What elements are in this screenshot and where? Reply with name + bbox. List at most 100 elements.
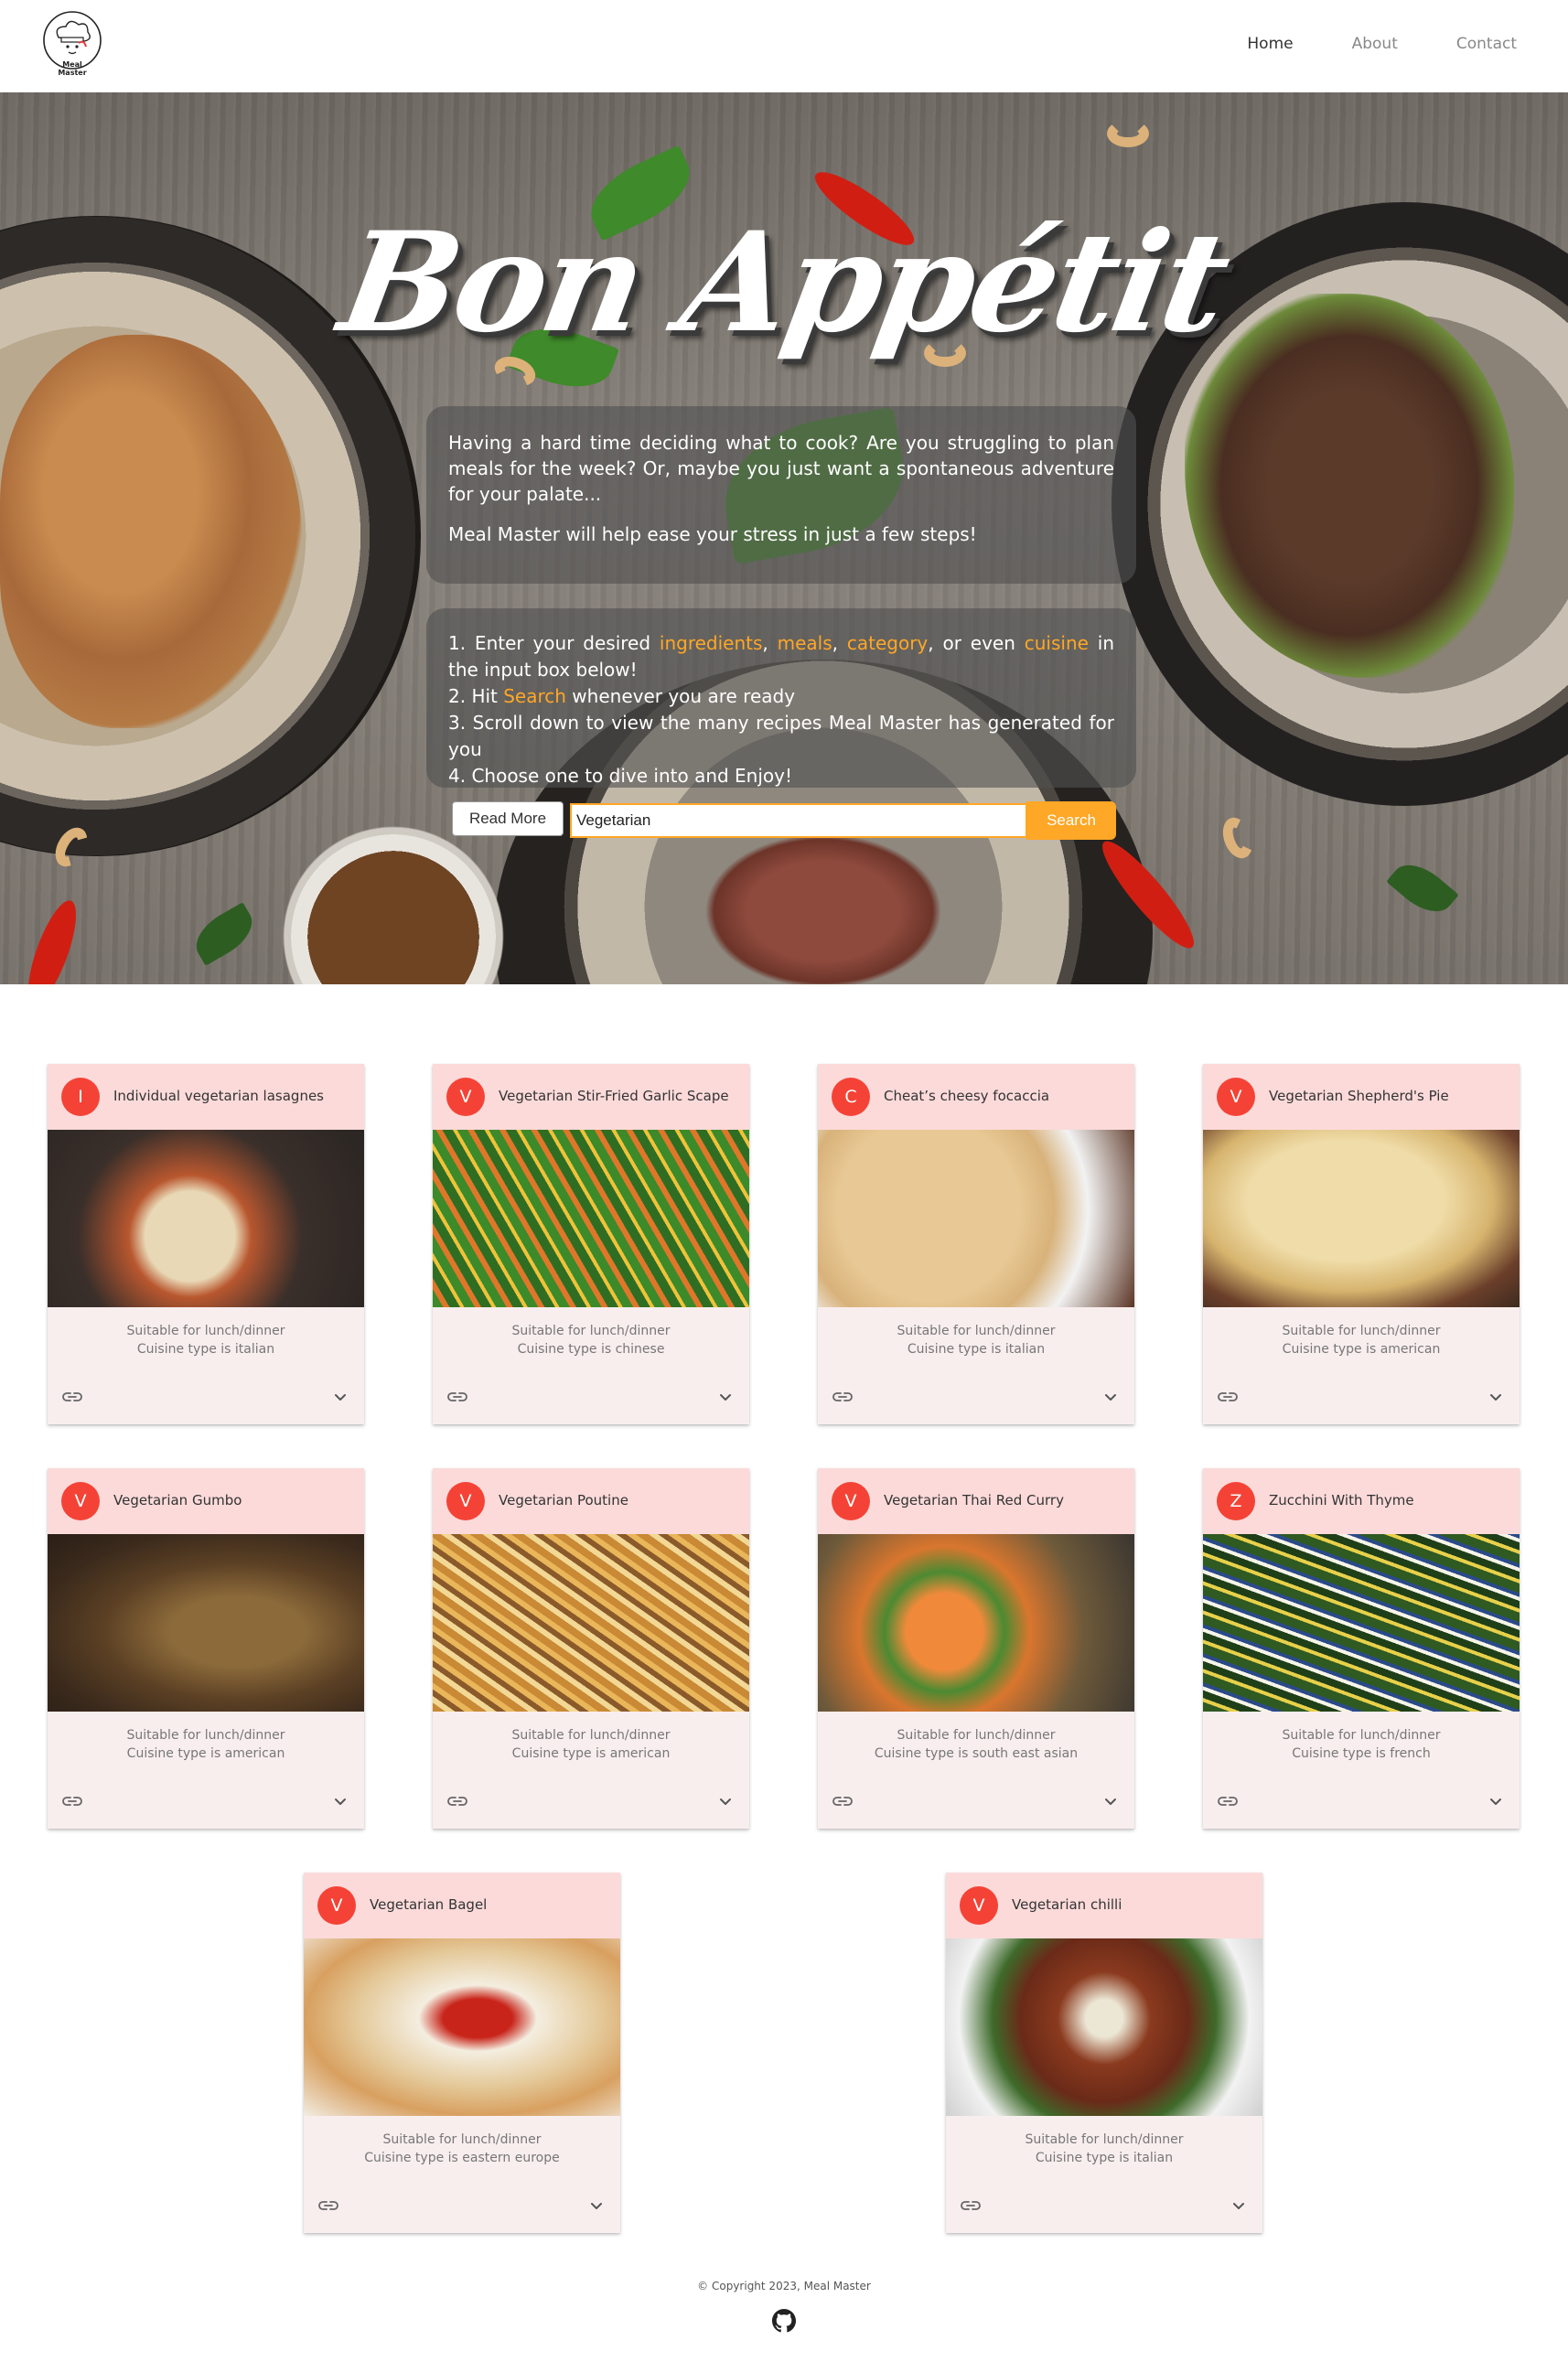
recipe-avatar: V (1217, 1078, 1255, 1116)
link-icon[interactable] (61, 1390, 83, 1404)
recipe-description: Suitable for lunch/dinner Cuisine type i… (304, 2131, 620, 2167)
recipe-image[interactable] (48, 1130, 364, 1307)
recipe-title[interactable]: Vegetarian Stir-Fried Garlic Scape (499, 1088, 729, 1104)
recipe-image[interactable] (304, 1938, 620, 2116)
recipe-image[interactable] (818, 1534, 1134, 1712)
hero-leaf (1386, 854, 1459, 923)
recipe-meal-type: Suitable for lunch/dinner (897, 1728, 1056, 1743)
meal-master-logo[interactable]: Meal Master (42, 10, 102, 78)
recipe-description: Suitable for lunch/dinner Cuisine type i… (818, 1322, 1134, 1358)
intro-panel: Having a hard time deciding what to cook… (426, 406, 1136, 584)
highlight-ingredients: ingredients (659, 632, 763, 654)
recipe-meal-type: Suitable for lunch/dinner (1282, 1324, 1441, 1338)
chevron-down-icon[interactable] (331, 1388, 349, 1406)
recipe-meal-type: Suitable for lunch/dinner (1282, 1728, 1441, 1743)
recipe-card[interactable]: V Vegetarian Bagel Suitable for lunch/di… (304, 1873, 620, 2233)
recipe-card-header: I Individual vegetarian lasagnes (48, 1064, 364, 1130)
github-icon[interactable] (772, 2309, 796, 2333)
recipe-card[interactable]: C Cheat’s cheesy focaccia Suitable for l… (818, 1064, 1134, 1424)
link-icon[interactable] (446, 1390, 468, 1404)
nav-contact[interactable]: Contact (1456, 35, 1517, 53)
nav-about[interactable]: About (1352, 35, 1398, 53)
step-3: 3. Scroll down to view the many recipes … (448, 712, 1114, 760)
link-icon[interactable] (960, 2198, 982, 2213)
steps-panel: 1. Enter your desired ingredients, meals… (426, 608, 1136, 788)
recipe-title[interactable]: Vegetarian Gumbo (113, 1492, 242, 1508)
recipe-description: Suitable for lunch/dinner Cuisine type i… (1203, 1322, 1520, 1358)
recipe-description: Suitable for lunch/dinner Cuisine type i… (48, 1726, 364, 1763)
recipe-card[interactable]: V Vegetarian Shepherd's Pie Suitable for… (1203, 1064, 1520, 1424)
recipe-title[interactable]: Individual vegetarian lasagnes (113, 1088, 324, 1104)
chevron-down-icon[interactable] (1230, 2196, 1248, 2215)
recipe-image[interactable] (1203, 1534, 1520, 1712)
logo-word-master: Master (58, 69, 86, 77)
recipe-image[interactable] (1203, 1130, 1520, 1307)
search-input[interactable] (570, 803, 1027, 838)
recipe-image[interactable] (433, 1534, 749, 1712)
recipe-image[interactable] (946, 1938, 1262, 2116)
recipe-title[interactable]: Zucchini With Thyme (1269, 1492, 1414, 1508)
hero-title-wrap: Bon Appétit (0, 202, 1568, 363)
recipe-avatar: V (832, 1482, 870, 1520)
hero-cashew (1218, 813, 1258, 863)
recipe-image[interactable] (433, 1130, 749, 1307)
footer-copyright: © Copyright 2023, Meal Master (697, 2280, 871, 2292)
logo-word-meal: Meal (62, 60, 82, 69)
recipe-card[interactable]: I Individual vegetarian lasagnes Suitabl… (48, 1064, 364, 1424)
chevron-down-icon[interactable] (1101, 1792, 1120, 1810)
search-button[interactable]: Search (1026, 801, 1116, 840)
recipe-card-header: Z Zucchini With Thyme (1203, 1468, 1520, 1534)
recipe-title[interactable]: Vegetarian Thai Red Curry (884, 1492, 1064, 1508)
chevron-down-icon[interactable] (331, 1792, 349, 1810)
recipe-card[interactable]: V Vegetarian chilli Suitable for lunch/d… (946, 1873, 1262, 2233)
chevron-down-icon[interactable] (1487, 1792, 1505, 1810)
chevron-down-icon[interactable] (716, 1388, 735, 1406)
recipe-meal-type: Suitable for lunch/dinner (126, 1324, 285, 1338)
recipe-image[interactable] (818, 1130, 1134, 1307)
recipe-cuisine-type: Cuisine type is italian (136, 1342, 275, 1357)
recipe-avatar: V (446, 1078, 485, 1116)
recipe-card[interactable]: Z Zucchini With Thyme Suitable for lunch… (1203, 1468, 1520, 1829)
recipe-avatar: V (317, 1886, 356, 1925)
hero-sauce-bowl (274, 822, 512, 984)
recipe-title[interactable]: Vegetarian Poutine (499, 1492, 628, 1508)
hero-title: Bon Appétit (329, 202, 1239, 363)
chevron-down-icon[interactable] (1101, 1388, 1120, 1406)
link-icon[interactable] (1217, 1794, 1239, 1809)
recipe-title[interactable]: Cheat’s cheesy focaccia (884, 1088, 1049, 1104)
recipe-description: Suitable for lunch/dinner Cuisine type i… (48, 1322, 364, 1358)
recipe-cuisine-type: Cuisine type is american (511, 1746, 671, 1761)
recipe-card[interactable]: V Vegetarian Poutine Suitable for lunch/… (433, 1468, 749, 1829)
link-icon[interactable] (317, 2198, 339, 2213)
nav-home[interactable]: Home (1247, 35, 1293, 53)
recipe-image[interactable] (48, 1534, 364, 1712)
chevron-down-icon[interactable] (587, 2196, 606, 2215)
recipe-title[interactable]: Vegetarian Shepherd's Pie (1269, 1088, 1449, 1104)
recipe-card[interactable]: V Vegetarian Gumbo Suitable for lunch/di… (48, 1468, 364, 1829)
recipe-avatar: V (446, 1482, 485, 1520)
recipe-title[interactable]: Vegetarian Bagel (370, 1896, 487, 1913)
nav-links: Home About Contact (1247, 35, 1517, 53)
recipe-card[interactable]: V Vegetarian Stir-Fried Garlic Scape Sui… (433, 1064, 749, 1424)
recipe-card[interactable]: V Vegetarian Thai Red Curry Suitable for… (818, 1468, 1134, 1829)
link-icon[interactable] (832, 1794, 854, 1809)
step-4: 4. Choose one to dive into and Enjoy! (448, 765, 793, 787)
step-2: 2. Hit Search whenever you are ready (448, 685, 796, 707)
recipe-avatar: C (832, 1078, 870, 1116)
intro-text-2: Meal Master will help ease your stress i… (448, 523, 977, 545)
link-icon[interactable] (446, 1794, 468, 1809)
link-icon[interactable] (1217, 1390, 1239, 1404)
chevron-down-icon[interactable] (716, 1792, 735, 1810)
recipe-card-header: V Vegetarian Gumbo (48, 1468, 364, 1534)
highlight-search: Search (503, 685, 566, 707)
read-more-button[interactable]: Read More (452, 801, 564, 836)
chevron-down-icon[interactable] (1487, 1388, 1505, 1406)
recipe-title[interactable]: Vegetarian chilli (1012, 1896, 1122, 1913)
step-1: 1. Enter your desired ingredients, meals… (448, 632, 1115, 681)
recipe-avatar: I (61, 1078, 100, 1116)
recipe-meal-type: Suitable for lunch/dinner (511, 1728, 671, 1743)
link-icon[interactable] (61, 1794, 83, 1809)
recipe-meal-type: Suitable for lunch/dinner (1025, 2132, 1184, 2147)
link-icon[interactable] (832, 1390, 854, 1404)
recipe-card-header: V Vegetarian Bagel (304, 1873, 620, 1938)
